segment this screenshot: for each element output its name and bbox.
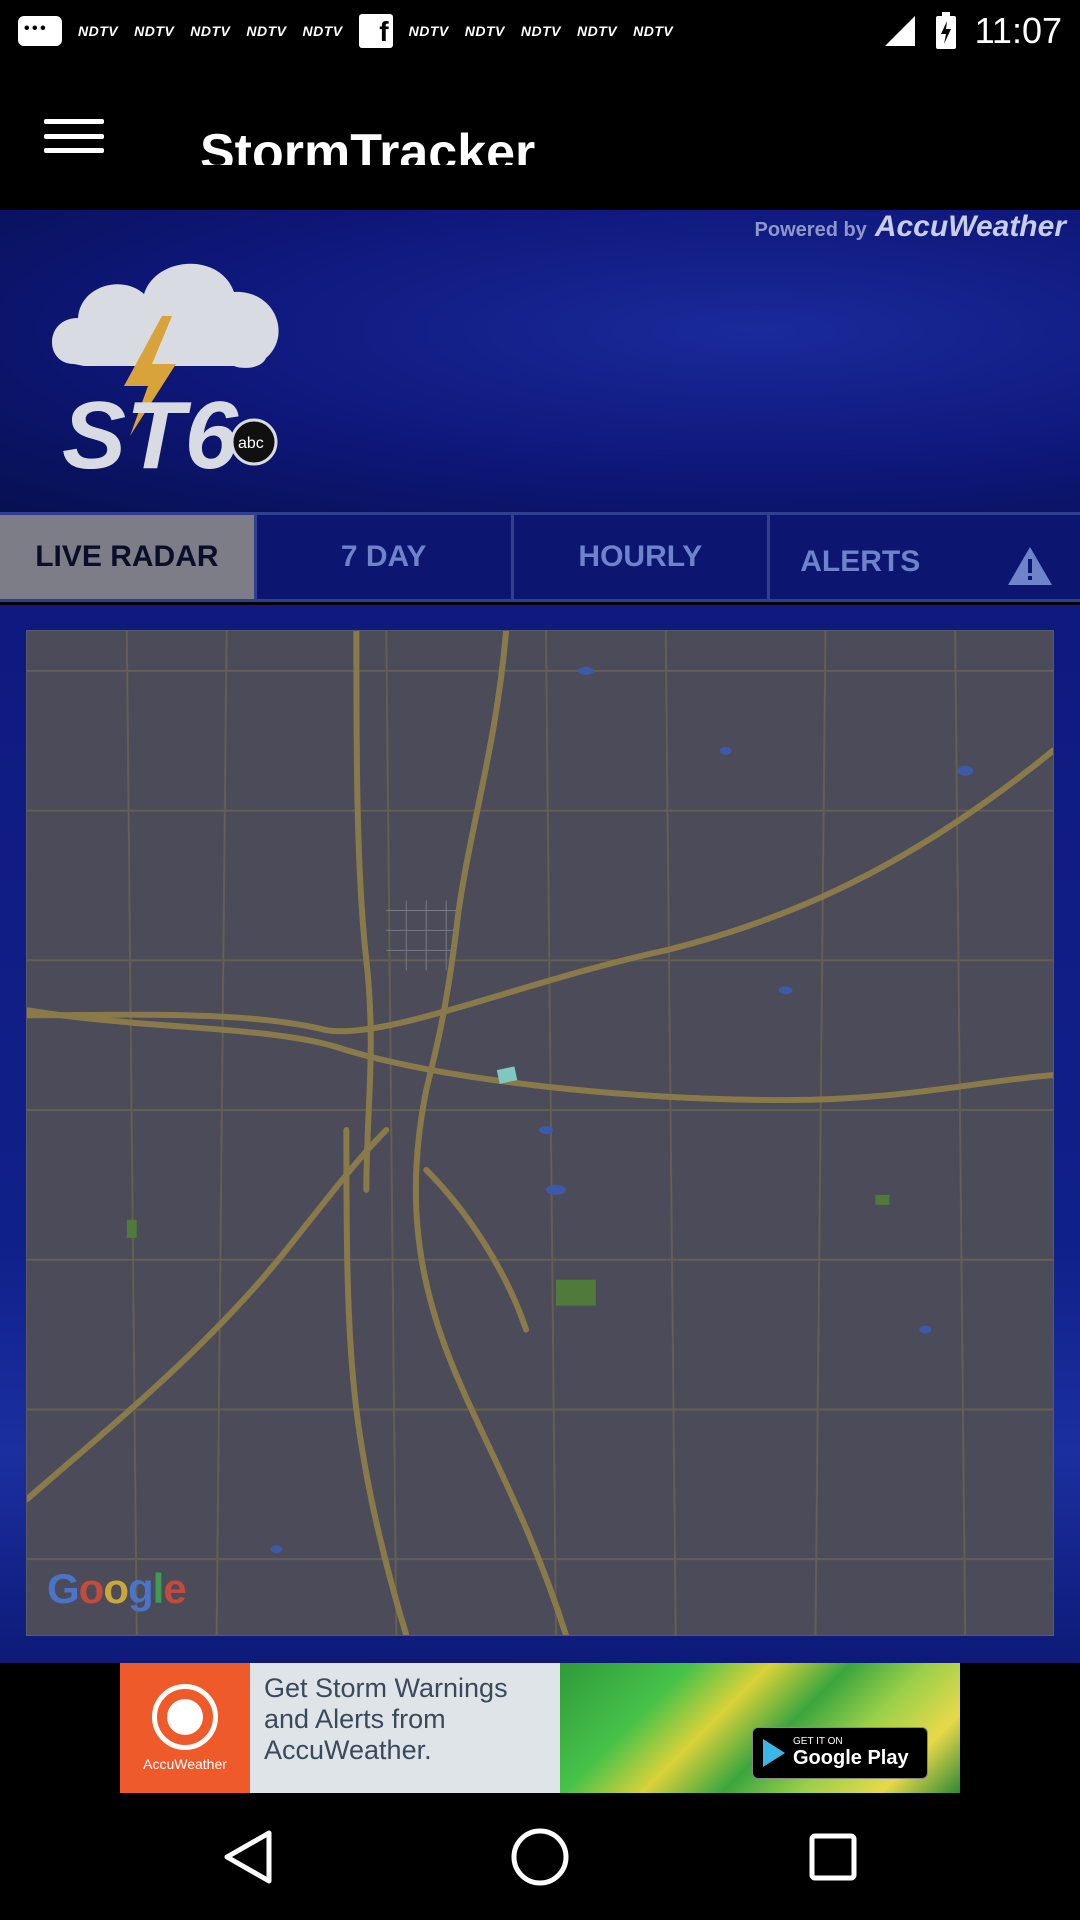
tab-hourly[interactable]: HOURLY	[514, 515, 771, 599]
messages-icon	[18, 16, 62, 46]
accuweather-ad-logo: AccuWeather	[120, 1663, 250, 1793]
notification-area: NDTV NDTV NDTV NDTV NDTV f NDTV NDTV NDT…	[18, 14, 883, 48]
home-icon	[511, 1828, 569, 1885]
ndtv-notification-icon: NDTV	[408, 23, 449, 39]
tab-label: LIVE RADAR	[35, 540, 219, 573]
tab-7-day[interactable]: 7 DAY	[257, 515, 514, 599]
recents-button[interactable]	[798, 1822, 868, 1892]
radar-map[interactable]: Google	[26, 630, 1054, 1636]
ndtv-notification-icon: NDTV	[302, 23, 343, 39]
battery-charging-icon	[935, 12, 956, 49]
ndtv-notification-icon: NDTV	[78, 23, 119, 39]
home-button[interactable]	[505, 1822, 575, 1892]
recents-icon	[809, 1833, 857, 1880]
status-bar: NDTV NDTV NDTV NDTV NDTV f NDTV NDTV NDT…	[0, 0, 1080, 62]
ndtv-notification-icon: NDTV	[190, 23, 231, 39]
app-title: StormTracker	[200, 124, 536, 165]
ndtv-notification-icon: NDTV	[520, 23, 561, 39]
powered-by-text: Powered by	[754, 219, 867, 241]
ndtv-notification-icon: NDTV	[464, 23, 505, 39]
ad-radar-image: GET IT ON Google Play	[560, 1663, 960, 1793]
ad-banner[interactable]: AccuWeather Get Storm Warnings and Alert…	[120, 1663, 960, 1793]
back-button[interactable]	[212, 1822, 282, 1892]
play-store-icon	[763, 1739, 785, 1767]
tab-bar: LIVE RADAR 7 DAY HOURLY ALERTS	[0, 512, 1080, 602]
ad-logo-label: AccuWeather	[143, 1756, 227, 1772]
back-icon	[224, 1830, 272, 1883]
signal-icon	[884, 16, 915, 46]
menu-icon[interactable]	[44, 119, 104, 153]
google-play-badge[interactable]: GET IT ON Google Play	[752, 1727, 928, 1779]
stormtracker-logo-icon: ST6 abc	[51, 263, 279, 486]
ndtv-notification-icon: NDTV	[246, 23, 287, 39]
accuweather-brand: AccuWeather	[874, 210, 1066, 243]
google-attribution: Google	[47, 1565, 187, 1612]
ad-text: Get Storm Warnings and Alerts from AccuW…	[250, 1663, 560, 1793]
sun-icon	[152, 1684, 218, 1750]
store-big-label: Google Play	[793, 1747, 909, 1769]
clock: 11:07	[974, 10, 1062, 51]
logo-text: ST6	[62, 382, 239, 486]
tab-alerts[interactable]: ALERTS	[770, 515, 1080, 599]
facebook-icon: f	[358, 14, 393, 48]
tab-label: HOURLY	[578, 540, 703, 573]
navigation-bar	[0, 1793, 1080, 1920]
ndtv-notification-icon: NDTV	[633, 23, 674, 39]
map-roads	[27, 631, 1053, 1635]
tab-live-radar[interactable]: LIVE RADAR	[0, 515, 257, 599]
ndtv-notification-icon: NDTV	[577, 23, 618, 39]
header-banner: Powered by AccuWeather ST6 abc	[0, 210, 1080, 512]
app-screen: NDTV NDTV NDTV NDTV NDTV f NDTV NDTV NDT…	[0, 0, 1080, 1920]
powered-by-label: Powered by AccuWeather	[755, 210, 1066, 244]
tab-label: 7 DAY	[340, 540, 427, 573]
app-bar: StormTracker	[0, 62, 1080, 210]
store-small-label: GET IT ON	[793, 1736, 843, 1747]
system-icons: 11:07	[883, 10, 1062, 52]
warning-icon	[1008, 547, 1052, 585]
ndtv-notification-icon: NDTV	[134, 23, 175, 39]
svg-text:abc: abc	[238, 435, 264, 452]
tab-label: ALERTS	[800, 545, 921, 578]
